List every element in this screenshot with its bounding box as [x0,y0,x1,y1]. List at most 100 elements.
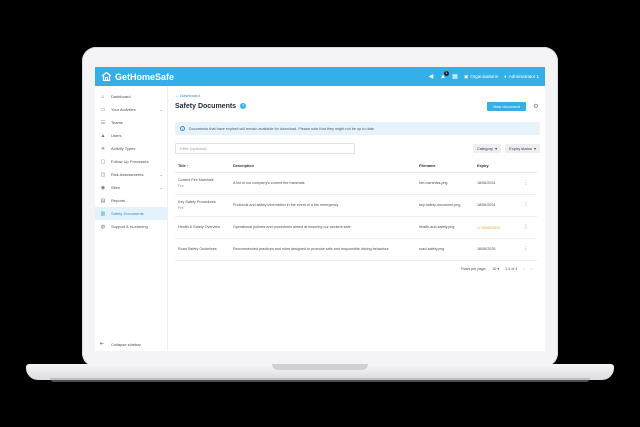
sidebar: ⌂ Dashboard ▭ Your Activities ⌄ ☷ Teams ▲ Use… [95,86,168,351]
new-document-button[interactable]: New document [487,101,526,111]
sidebar-item-reports[interactable]: ▤ Reports [95,194,167,207]
column-header-actions [515,160,537,173]
calendar-icon: ▭ [100,106,106,113]
sidebar-item-your-activities[interactable]: ▭ Your Activities ⌄ [95,103,167,116]
row-menu-button[interactable]: ⋮ [515,172,537,195]
sidebar-item-dashboard[interactable]: ⌂ Dashboard [95,90,167,103]
collapse-sidebar-button[interactable]: ⇤ Collapse sidebar [95,341,168,347]
column-header-title[interactable]: Title ↑ [175,160,233,173]
sidebar-item-teams[interactable]: ☷ Teams [95,116,167,129]
cell-expiry: 18/06/2025 [477,238,515,261]
sidebar-nav: ⌂ Dashboard ▭ Your Activities ⌄ ☷ Teams ▲ Use… [95,86,167,233]
screen: GetHomeSafe ◀ ▲ 1 ▦ ▣ Organisations ● Admin… [95,67,545,351]
sidebar-item-label: Safety Documents [111,211,144,216]
expiry-status-label: Expiry status [509,146,532,151]
chevron-down-icon: ⌄ [159,172,163,177]
bell-icon[interactable]: ▲ 1 [440,70,449,80]
rows-per-page-label: Rows per page: [461,266,487,271]
laptop-shadow [50,378,590,382]
sidebar-item-label: Support & eLearning [111,224,148,229]
cell-filename: health-and-safety.png [419,216,477,239]
filter-row: Category▾ Expiry status▾ [175,143,540,154]
sidebar-item-users[interactable]: ▲ Users [95,129,167,142]
previous-page-button[interactable]: ‹ [523,266,524,271]
laptop-notch [272,364,368,370]
cell-expiry: ⚠09/05/2024 [477,216,515,239]
expiry-status-dropdown[interactable]: Expiry status ▾ [505,144,540,153]
risk-icon: ◫ [100,171,106,178]
row-title: Health & Safety Overview [178,225,221,229]
caret-down-icon: ▾ [533,146,536,151]
kebab-icon: ⋮ [523,224,529,230]
building-icon: ▣ [463,73,469,79]
warning-icon: ⚠ [477,224,481,230]
column-header-expiry[interactable]: Expiry [477,160,515,173]
table-row[interactable]: Road Safety Guidelines Recommended pract… [175,238,537,261]
cell-title: Road Safety Guidelines [175,238,233,261]
row-menu-button[interactable]: ⋮ [515,194,537,217]
settings-icon[interactable]: ⚙ [532,103,540,110]
row-title: Road Safety Guidelines [178,247,217,251]
cell-description: Operational policies and procedures aime… [233,216,419,239]
sort-up-icon: ↑ [186,163,189,168]
cell-title: Key Safety Procedures Fire [175,194,233,217]
pagination: Rows per page: 10 ▾ 1-4 of 4 ‹ › [175,263,540,275]
cell-filename: key-safety-document.png [419,194,477,217]
row-title: Current Fire Marshals [178,178,214,182]
sidebar-item-label: Users [111,133,122,138]
collapse-icon: ⇤ [100,341,105,347]
app-logo[interactable]: GetHomeSafe [101,72,174,82]
sidebar-item-support[interactable]: ◍ Support & eLearning [95,220,167,233]
cell-filename: fire-marshals.png [419,172,477,195]
row-menu-button[interactable]: ⋮ [515,238,537,261]
info-icon[interactable]: ? [240,103,247,109]
notification-badge: 1 [443,70,449,76]
caret-down-icon: ▾ [495,146,498,151]
cell-filename: road-safety.png [419,238,477,261]
row-menu-button[interactable]: ⋮ [515,216,537,239]
user-menu[interactable]: ● Administrator 1 [504,74,539,79]
alert-text: Documents that have expired will remain … [189,126,375,131]
row-tag: Fire [178,184,184,188]
sidebar-item-activity-types[interactable]: ✳ Activity Types [95,142,167,155]
table-row[interactable]: Current Fire Marshals Fire A list of our … [175,172,537,195]
grid-icon[interactable]: ▦ [452,74,458,80]
sidebar-item-label: Risk Assessments [111,172,144,177]
process-icon: ▢ [100,158,106,165]
title-row: Safety Documents ? New document ⚙ [175,100,540,112]
stage: GetHomeSafe ◀ ▲ 1 ▦ ▣ Organisations ● Admin… [0,0,640,427]
rows-per-page-select[interactable]: 10 ▾ [492,267,499,271]
collapse-sidebar-label: Collapse sidebar [111,341,141,347]
column-title-label: Title [178,163,186,168]
back-link[interactable]: ← Dashboard [175,93,540,99]
organisations-link[interactable]: ▣ Organisations [464,74,498,80]
top-bar-actions: ◀ ▲ 1 ▦ ▣ Organisations ● Administrator 1 [428,70,539,80]
column-header-description: Description [233,160,419,173]
category-dropdown[interactable]: Category ▾ [472,144,502,153]
sidebar-item-sites[interactable]: ◉ Sites ⌄ [95,181,167,194]
pagination-range: 1-4 of 4 [505,266,518,271]
app-name: GetHomeSafe [115,71,175,82]
sidebar-item-follow-up-processes[interactable]: ▢ Follow Up Processes [95,155,167,168]
rows-per-page-value: 10 [492,266,497,271]
page-title: Safety Documents [175,102,237,110]
kebab-icon: ⋮ [523,202,529,208]
table-row[interactable]: Health & Safety Overview Operational pol… [175,216,537,239]
filter-input[interactable] [175,143,355,154]
table-row[interactable]: Key Safety Procedures Fire Protocols and … [175,194,537,217]
row-tag: Fire [178,206,184,210]
location-icon: ◉ [100,184,106,191]
document-icon: ▥ [100,210,106,217]
next-page-button[interactable]: › [531,266,532,271]
megaphone-icon[interactable]: ◀ [428,74,434,80]
sidebar-item-risk-assessments[interactable]: ◫ Risk Assessments ⌄ [95,168,167,181]
home-icon: ⌂ [101,93,105,100]
chevron-down-icon: ⌄ [159,107,163,112]
user-icon: ▲ [100,132,106,139]
expiry-value: 09/05/2024 [481,225,501,230]
cell-expiry: 18/06/2024 [477,194,515,217]
cell-description: A list of our company's current fire mar… [233,172,419,195]
sidebar-item-safety-documents[interactable]: ▥ Safety Documents [95,207,167,220]
documents-table: Title ↑ Description Filename Expiry Curr… [175,160,537,261]
caret-down-icon: ▾ [497,266,500,271]
